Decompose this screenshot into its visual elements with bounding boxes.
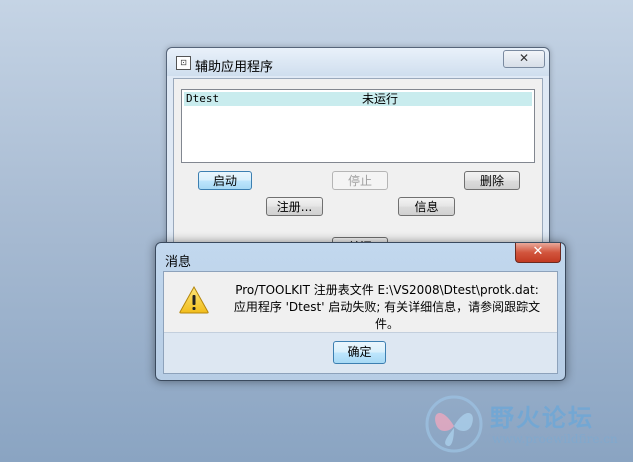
dialog-message-line2: 应用程序 'Dtest' 启动失败; 有关详细信息，请参阅跟踪文件。 (233, 300, 541, 331)
dialog-close-button[interactable]: ✕ (515, 243, 561, 263)
ok-button[interactable]: 确定 (333, 341, 386, 364)
info-button[interactable]: 信息 (398, 197, 455, 216)
message-dialog: 消息 ✕ Pro/TOOLKIT 注册表文件 E:\VS2008\Dtest\p… (155, 242, 566, 381)
delete-button[interactable]: 删除 (464, 171, 520, 190)
list-item-status: 未运行 (362, 92, 399, 106)
aux-app-title: 辅助应用程序 (195, 60, 274, 75)
dialog-client: Pro/TOOLKIT 注册表文件 E:\VS2008\Dtest\protk.… (163, 271, 558, 374)
watermark: 野火论坛 www.proewildfire.cn (420, 392, 630, 458)
watermark-text: 野火论坛 (490, 404, 594, 432)
dialog-message-line1: Pro/TOOLKIT 注册表文件 E:\VS2008\Dtest\protk.… (235, 283, 539, 297)
list-item[interactable]: Dtest 未运行 (184, 92, 532, 106)
aux-app-titlebar[interactable]: ⊡ 辅助应用程序 ✕ (167, 48, 549, 76)
aux-app-window: ⊡ 辅助应用程序 ✕ Dtest 未运行 启动 停止 删除 注册... 信息 关… (166, 47, 550, 259)
list-item-name: Dtest (186, 92, 220, 105)
start-button[interactable]: 启动 (198, 171, 252, 190)
dialog-title: 消息 (165, 255, 192, 270)
warning-icon (179, 286, 209, 314)
watermark-url: www.proewildfire.cn (492, 432, 618, 446)
aux-app-client: Dtest 未运行 启动 停止 删除 注册... 信息 关闭 (173, 78, 543, 258)
app-listbox[interactable]: Dtest 未运行 (181, 89, 535, 163)
aux-close-button[interactable]: ✕ (503, 50, 545, 68)
dialog-message: Pro/TOOLKIT 注册表文件 E:\VS2008\Dtest\protk.… (222, 282, 552, 333)
butterfly-logo-icon (425, 395, 483, 453)
app-icon: ⊡ (176, 56, 191, 70)
register-button[interactable]: 注册... (266, 197, 323, 216)
stop-button[interactable]: 停止 (332, 171, 388, 190)
dialog-footer: 确定 (164, 332, 557, 373)
